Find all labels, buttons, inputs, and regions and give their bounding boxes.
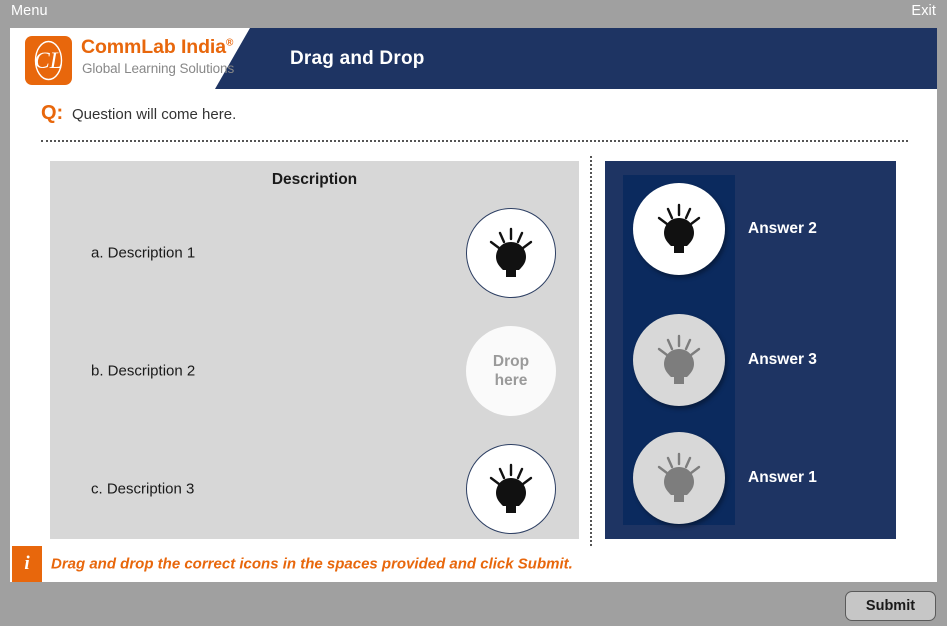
- draggable-handle[interactable]: [633, 314, 725, 406]
- page-title: Drag and Drop: [290, 47, 425, 69]
- description-row: c. Description 3: [50, 431, 579, 547]
- menu-button[interactable]: Menu: [11, 3, 48, 19]
- answer-bulb-circle-used[interactable]: [633, 432, 725, 524]
- drop-target[interactable]: [466, 444, 556, 534]
- lightbulb-icon: [657, 203, 701, 253]
- cl-monogram-icon: CL: [25, 36, 72, 85]
- question-area: Q: Question will come here.: [10, 89, 937, 150]
- description-row: a. Description 1: [50, 195, 579, 311]
- submit-button[interactable]: Submit: [845, 591, 936, 621]
- description-row: b. Description 2 Drop here: [50, 313, 579, 429]
- lightbulb-icon: [489, 227, 533, 277]
- draggable-handle[interactable]: [633, 183, 725, 275]
- dropped-bulb-circle[interactable]: [466, 208, 556, 298]
- registered-mark-icon: ®: [225, 37, 234, 49]
- lightbulb-icon: [489, 463, 533, 513]
- description-panel-title: Description: [271, 171, 358, 188]
- player-bottombar: Submit: [0, 582, 947, 626]
- empty-drop-circle[interactable]: Drop here: [466, 326, 556, 416]
- answer-option: Answer 3: [605, 302, 896, 418]
- instruction-bar: i Drag and drop the correct icons in the…: [10, 546, 937, 582]
- drag-drop-workspace: Description a. Description 1 b. Descript…: [10, 152, 937, 546]
- drop-here-line2: here: [494, 372, 528, 389]
- lightbulb-icon: [657, 452, 701, 502]
- description-label: b. Description 2: [91, 362, 196, 380]
- question-prefix: Q:: [41, 102, 64, 124]
- answer-panel: Answer 2 Answer 3 Answer 1: [605, 161, 896, 539]
- course-player: Menu Exit CL CommLab India® Global Learn…: [0, 0, 947, 626]
- logo-tagline: Global Learning Solutions: [82, 61, 235, 76]
- answer-bulb-circle-active[interactable]: [633, 183, 725, 275]
- description-label: a. Description 1: [91, 244, 196, 262]
- drop-target[interactable]: [466, 208, 556, 298]
- dropped-bulb-circle[interactable]: [466, 444, 556, 534]
- question-divider: [41, 140, 908, 142]
- draggable-handle[interactable]: [633, 432, 725, 524]
- slide-canvas: CL CommLab India® Global Learning Soluti…: [10, 28, 937, 582]
- drop-here-placeholder: Drop here: [466, 326, 556, 416]
- svg-text:CL: CL: [34, 48, 62, 73]
- logo-company-text: CommLab India: [81, 36, 226, 58]
- logo-company-name: CommLab India®: [81, 36, 233, 59]
- answer-bulb-circle-used[interactable]: [633, 314, 725, 406]
- description-label: c. Description 3: [91, 480, 195, 498]
- exit-button[interactable]: Exit: [911, 3, 936, 19]
- answer-option: Answer 1: [605, 420, 896, 536]
- slide-header: CL CommLab India® Global Learning Soluti…: [10, 28, 937, 89]
- answer-label: Answer 3: [748, 351, 817, 368]
- description-panel: Description a. Description 1 b. Descript…: [50, 161, 579, 539]
- drop-target[interactable]: Drop here: [466, 326, 556, 416]
- answer-label: Answer 2: [748, 220, 817, 237]
- info-icon: i: [12, 546, 42, 582]
- answer-option: Answer 2: [605, 171, 896, 287]
- panel-divider: [590, 156, 592, 546]
- answer-label: Answer 1: [748, 469, 817, 486]
- player-topbar: Menu Exit: [0, 0, 947, 25]
- lightbulb-icon: [657, 334, 701, 384]
- instruction-text: Drag and drop the correct icons in the s…: [51, 555, 573, 573]
- commlab-logo: CL CommLab India® Global Learning Soluti…: [18, 32, 248, 86]
- drop-here-line1: Drop: [492, 352, 530, 370]
- question-text: Question will come here.: [72, 106, 237, 123]
